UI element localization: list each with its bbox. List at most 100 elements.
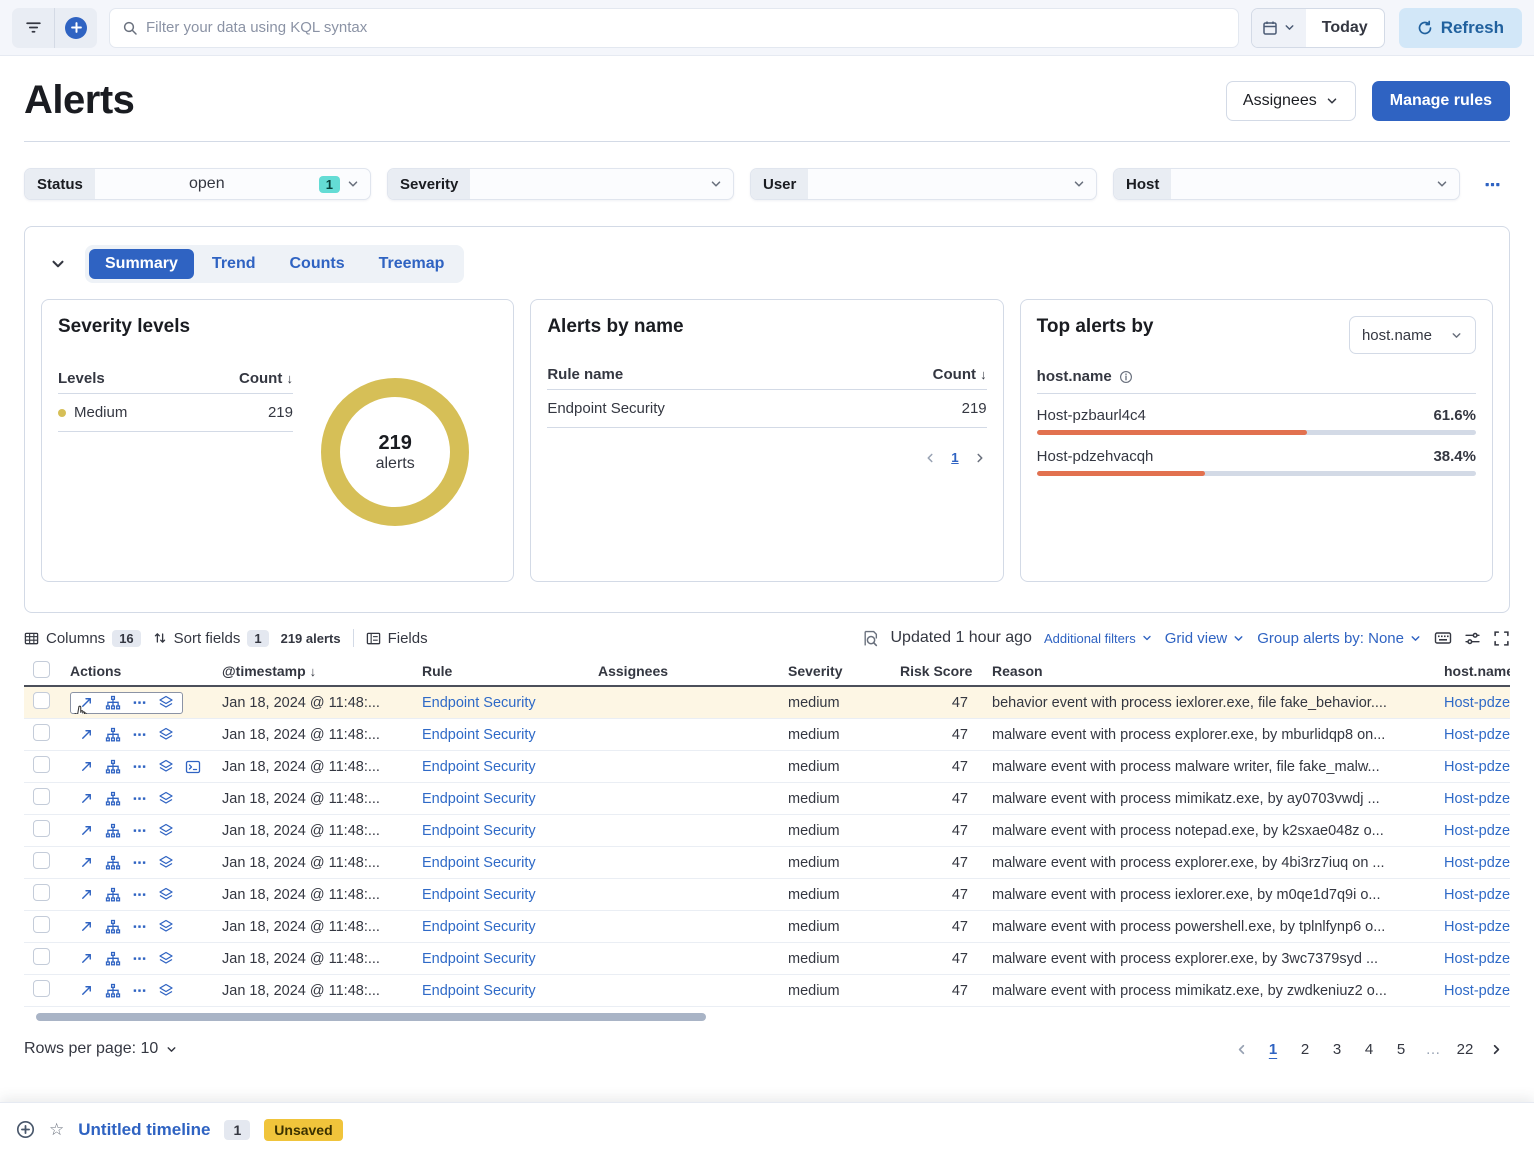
add-to-timeline-icon[interactable]	[158, 759, 174, 775]
cell-rule[interactable]: Endpoint Security	[412, 727, 588, 743]
keyboard-shortcuts-icon[interactable]	[1434, 629, 1452, 647]
page-5-button[interactable]: 5	[1387, 1035, 1415, 1063]
host-filter[interactable]: Host	[1113, 168, 1460, 200]
more-actions-icon[interactable]	[132, 791, 147, 806]
inspect-icon[interactable]	[862, 630, 879, 647]
grid-view-button[interactable]: Grid view	[1165, 630, 1246, 647]
assignees-column-header[interactable]: Assignees	[588, 663, 778, 679]
row-checkbox[interactable]	[33, 916, 50, 933]
next-page-button[interactable]	[973, 451, 987, 465]
more-actions-icon[interactable]	[132, 695, 147, 710]
expand-alert-icon[interactable]	[79, 951, 94, 966]
row-checkbox[interactable]	[33, 756, 50, 773]
date-picker-button[interactable]	[1252, 9, 1306, 47]
collapse-charts-button[interactable]	[49, 255, 67, 273]
more-actions-icon[interactable]	[132, 855, 147, 870]
cell-rule[interactable]: Endpoint Security	[412, 791, 588, 807]
cell-host[interactable]: Host-pdze	[1434, 887, 1510, 903]
row-checkbox[interactable]	[33, 948, 50, 965]
expand-alert-icon[interactable]	[79, 727, 94, 742]
expand-alert-icon[interactable]	[79, 919, 94, 934]
add-to-timeline-icon[interactable]	[158, 823, 174, 839]
more-actions-icon[interactable]	[132, 887, 147, 902]
more-actions-icon[interactable]	[132, 759, 147, 774]
severity-column-header[interactable]: Severity	[778, 663, 890, 679]
cell-host[interactable]: Host-pdze	[1434, 727, 1510, 743]
assignees-dropdown[interactable]: Assignees	[1226, 81, 1356, 121]
cell-host[interactable]: Host-pdze	[1434, 951, 1510, 967]
expand-alert-icon[interactable]	[79, 855, 94, 870]
page-3-button[interactable]: 3	[1323, 1035, 1351, 1063]
cell-rule[interactable]: Endpoint Security	[412, 823, 588, 839]
select-all-checkbox[interactable]	[33, 661, 50, 678]
row-checkbox[interactable]	[33, 820, 50, 837]
analyze-event-icon[interactable]	[105, 951, 121, 967]
expand-alert-icon[interactable]	[79, 791, 94, 806]
row-checkbox[interactable]	[33, 884, 50, 901]
page-1-button[interactable]: 1	[951, 450, 958, 465]
add-to-timeline-icon[interactable]	[158, 983, 174, 999]
cell-rule[interactable]: Endpoint Security	[412, 759, 588, 775]
cell-rule[interactable]: Endpoint Security	[412, 951, 588, 967]
columns-button[interactable]: Columns 16	[24, 630, 141, 647]
analyze-event-icon[interactable]	[105, 823, 121, 839]
page-1-button[interactable]: 1	[1259, 1035, 1287, 1063]
count-column-header[interactable]: Count ↓	[933, 366, 987, 383]
count-column-header[interactable]: Count ↓	[239, 370, 293, 387]
risk-score-column-header[interactable]: Risk Score	[890, 663, 982, 679]
analyze-event-icon[interactable]	[105, 887, 121, 903]
fullscreen-icon[interactable]	[1493, 630, 1510, 647]
field-select-dropdown[interactable]: host.name	[1349, 316, 1476, 354]
cell-rule[interactable]: Endpoint Security	[412, 887, 588, 903]
add-to-timeline-icon[interactable]	[158, 919, 174, 935]
add-to-timeline-icon[interactable]	[158, 855, 174, 871]
cell-host[interactable]: Host-pdze	[1434, 983, 1510, 999]
filter-menu-button[interactable]	[12, 8, 54, 48]
rows-per-page-button[interactable]: Rows per page: 10	[24, 1040, 178, 1058]
rule-column-header[interactable]: Rule	[412, 663, 588, 679]
page-4-button[interactable]: 4	[1355, 1035, 1383, 1063]
analyze-event-icon[interactable]	[105, 983, 121, 999]
info-icon[interactable]	[1119, 370, 1133, 384]
add-to-timeline-icon[interactable]	[158, 791, 174, 807]
tab-counts[interactable]: Counts	[273, 249, 360, 279]
cell-host[interactable]: Host-pdze	[1434, 791, 1510, 807]
cell-rule[interactable]: Endpoint Security	[412, 919, 588, 935]
group-alerts-button[interactable]: Group alerts by: None	[1257, 630, 1422, 647]
page-22-button[interactable]: 22	[1451, 1035, 1479, 1063]
analyze-event-icon[interactable]	[105, 695, 121, 711]
reason-column-header[interactable]: Reason	[982, 663, 1434, 679]
kql-search-input[interactable]	[146, 19, 1226, 36]
host-name[interactable]: Host-pzbaurl4c4	[1037, 407, 1146, 424]
fields-button[interactable]: Fields	[366, 630, 428, 647]
add-to-timeline-icon[interactable]	[158, 695, 174, 711]
host-name[interactable]: Host-pdzehvacqh	[1037, 448, 1154, 465]
prev-page-button[interactable]	[923, 451, 937, 465]
tab-summary[interactable]: Summary	[89, 249, 194, 279]
cell-host[interactable]: Host-pdze	[1434, 855, 1510, 871]
row-checkbox[interactable]	[33, 788, 50, 805]
row-checkbox[interactable]	[33, 724, 50, 741]
more-actions-icon[interactable]	[132, 727, 147, 742]
expand-alert-icon[interactable]	[79, 759, 94, 774]
timestamp-column-header[interactable]: @timestamp ↓	[212, 663, 412, 679]
cell-host[interactable]: Host-pdze	[1434, 919, 1510, 935]
cell-rule[interactable]: Endpoint Security	[412, 855, 588, 871]
cell-host[interactable]: Host-pdze	[1434, 695, 1510, 711]
analyze-event-icon[interactable]	[105, 727, 121, 743]
display-options-icon[interactable]	[1464, 630, 1481, 647]
additional-filters-button[interactable]: Additional filters	[1044, 631, 1153, 646]
cell-rule[interactable]: Endpoint Security	[412, 983, 588, 999]
analyze-event-icon[interactable]	[105, 791, 121, 807]
tab-trend[interactable]: Trend	[196, 249, 272, 279]
row-checkbox[interactable]	[33, 852, 50, 869]
user-filter[interactable]: User	[750, 168, 1097, 200]
favorite-star-icon[interactable]: ☆	[49, 1120, 64, 1140]
status-filter[interactable]: Status open 1	[24, 168, 371, 200]
expand-alert-icon[interactable]	[79, 887, 94, 902]
more-actions-icon[interactable]	[132, 823, 147, 838]
add-to-timeline-icon[interactable]	[158, 887, 174, 903]
horizontal-scrollbar[interactable]	[36, 1013, 706, 1021]
kql-search-bar[interactable]	[109, 8, 1239, 48]
add-timeline-icon[interactable]	[16, 1120, 35, 1139]
